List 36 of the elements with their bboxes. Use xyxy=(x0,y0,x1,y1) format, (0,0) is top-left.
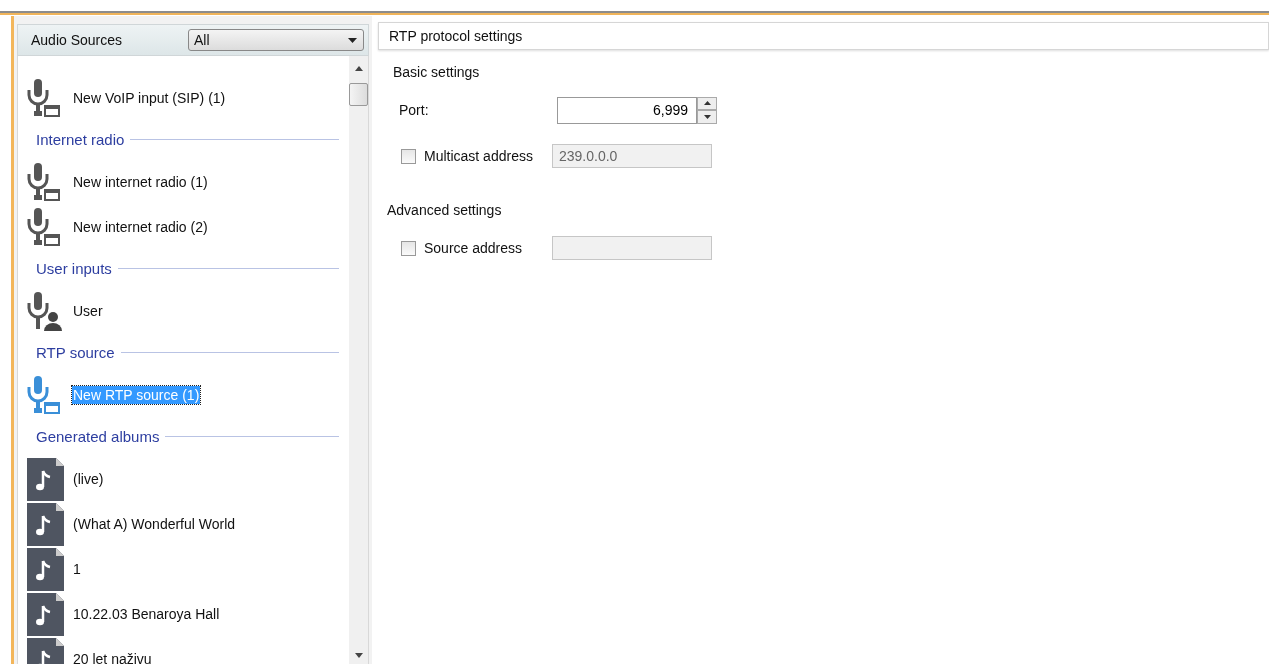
checkbox-label: Source address xyxy=(424,240,523,256)
checkbox-label: Multicast address xyxy=(424,148,533,164)
section-title-bar: RTP protocol settings xyxy=(378,22,1269,50)
list-item[interactable]: (live) xyxy=(72,469,105,488)
list-item[interactable]: (What A) Wonderful World xyxy=(72,514,237,533)
list-item[interactable]: New internet radio (2) xyxy=(72,217,209,236)
group-heading: Internet radio xyxy=(36,131,125,148)
list-item[interactable]: 1 xyxy=(72,559,82,578)
caret-icon xyxy=(348,37,357,43)
music-file-icon xyxy=(26,456,66,501)
list-item[interactable]: New VoIP input (SIP) (1) xyxy=(72,88,227,107)
group-heading: Generated albums xyxy=(36,428,160,445)
filter-dropdown[interactable]: All xyxy=(188,29,364,51)
scroll-down-arrow-icon[interactable] xyxy=(354,653,363,658)
scroll-up-arrow-icon[interactable] xyxy=(354,66,363,71)
increment-button[interactable] xyxy=(697,96,717,110)
up-arrow-icon xyxy=(703,101,711,106)
field-label: Port: xyxy=(399,102,430,118)
group-heading: RTP source xyxy=(36,344,115,361)
section-heading: Advanced settings xyxy=(387,202,503,220)
checkbox[interactable] xyxy=(401,148,416,164)
scrollbar-thumb[interactable] xyxy=(349,83,368,106)
group-heading: User inputs xyxy=(36,260,112,277)
number-field[interactable]: 6,999 xyxy=(557,96,697,124)
list-item[interactable]: User xyxy=(72,301,104,320)
list-item[interactable]: New internet radio (1) xyxy=(72,172,209,191)
panel-title: Audio Sources xyxy=(31,32,124,48)
scrollbar[interactable] xyxy=(349,56,368,664)
decrement-button[interactable] xyxy=(697,110,717,124)
section-heading: Basic settings xyxy=(393,64,481,82)
down-arrow-icon xyxy=(703,114,711,119)
checkbox[interactable] xyxy=(401,240,416,256)
music-file-icon xyxy=(26,546,66,591)
music-file-icon xyxy=(26,501,66,546)
list-item[interactable]: 10.22.03 Benaroya Hall xyxy=(72,604,221,623)
list-item[interactable]: 20 let naživu xyxy=(72,649,153,664)
